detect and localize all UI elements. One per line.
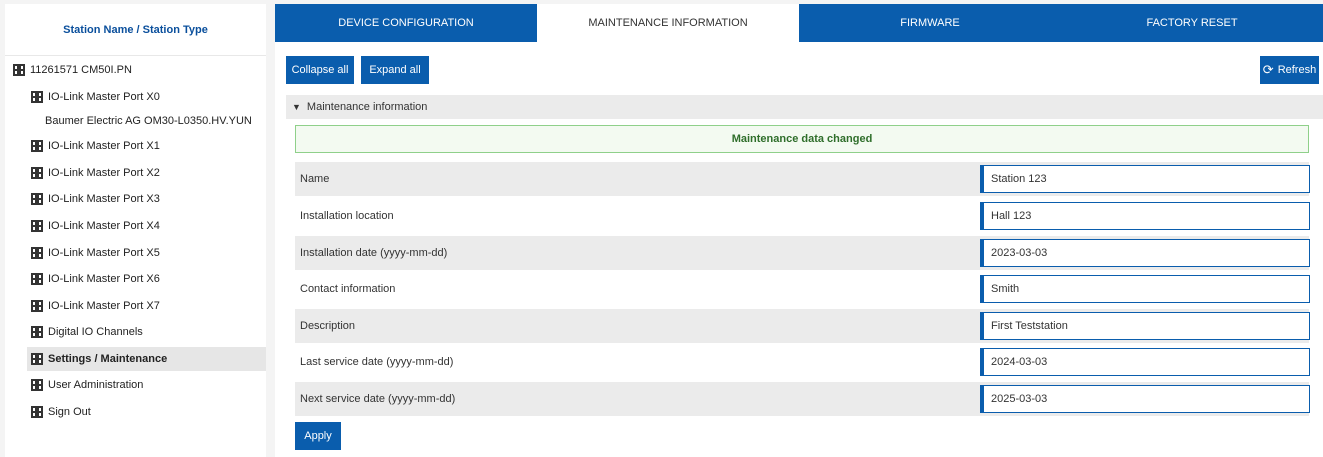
- tree-item-station[interactable]: 11261571 CM50I.PN: [13, 60, 132, 80]
- device-icon: [31, 220, 43, 232]
- toolbar: Collapse all Expand all ⟳ Refresh: [286, 56, 1323, 84]
- tree-item-digital-io[interactable]: Digital IO Channels: [31, 322, 143, 342]
- next-service-date-input[interactable]: [980, 385, 1310, 413]
- device-icon: [31, 300, 43, 312]
- device-icon: [31, 406, 43, 418]
- last-service-date-input[interactable]: [980, 348, 1310, 376]
- tree-item-label: User Administration: [48, 379, 144, 391]
- tree-item-label: Baumer Electric AG OM30-L0350.HV.YUN: [45, 115, 252, 127]
- device-icon: [31, 167, 43, 179]
- station-tree-sidebar: Station Name / Station Type 11261571 CM5…: [5, 4, 266, 457]
- form-row-description: Description: [295, 309, 1310, 343]
- tree-item-port-x0[interactable]: IO-Link Master Port X0: [31, 87, 160, 107]
- tab-bar: DEVICE CONFIGURATION MAINTENANCE INFORMA…: [275, 4, 1323, 42]
- tree-item-label: IO-Link Master Port X2: [48, 167, 160, 179]
- tab-firmware[interactable]: FIRMWARE: [799, 4, 1061, 42]
- refresh-icon: ⟳: [1262, 62, 1274, 77]
- tree-item-settings-maintenance[interactable]: Settings / Maintenance: [27, 347, 266, 371]
- tree-item-connected-device[interactable]: Baumer Electric AG OM30-L0350.HV.YUN: [45, 111, 252, 131]
- device-icon: [31, 91, 43, 103]
- device-icon: [31, 273, 43, 285]
- field-label: Name: [300, 173, 330, 185]
- tree-item-label: IO-Link Master Port X7: [48, 300, 160, 312]
- tree-item-sign-out[interactable]: Sign Out: [31, 402, 91, 422]
- main-panel: DEVICE CONFIGURATION MAINTENANCE INFORMA…: [275, 4, 1323, 457]
- expand-all-button[interactable]: Expand all: [361, 56, 429, 84]
- success-alert: Maintenance data changed: [295, 125, 1309, 153]
- description-input[interactable]: [980, 312, 1310, 340]
- tree-item-port-x5[interactable]: IO-Link Master Port X5: [31, 243, 160, 263]
- field-label: Installation date (yyyy-mm-dd): [300, 247, 448, 259]
- apply-button[interactable]: Apply: [295, 422, 341, 450]
- tree-item-port-x4[interactable]: IO-Link Master Port X4: [31, 216, 160, 236]
- tab-device-configuration[interactable]: DEVICE CONFIGURATION: [275, 4, 537, 42]
- field-label: Next service date (yyyy-mm-dd): [300, 393, 456, 405]
- tree-item-label: Sign Out: [48, 406, 91, 418]
- device-icon: [31, 140, 43, 152]
- installation-date-input[interactable]: [980, 239, 1310, 267]
- form-row-last-service-date: Last service date (yyyy-mm-dd): [295, 345, 1310, 379]
- device-icon: [13, 64, 25, 76]
- sidebar-header: Station Name / Station Type: [5, 4, 266, 56]
- device-icon: [31, 379, 43, 391]
- tree-item-user-administration[interactable]: User Administration: [31, 375, 143, 395]
- tree-item-label: IO-Link Master Port X5: [48, 247, 160, 259]
- device-icon: [31, 247, 43, 259]
- field-label: Last service date (yyyy-mm-dd): [300, 356, 454, 368]
- tree-item-label: IO-Link Master Port X6: [48, 273, 160, 285]
- device-icon: [31, 326, 43, 338]
- contact-information-input[interactable]: [980, 275, 1310, 303]
- tree-item-port-x6[interactable]: IO-Link Master Port X6: [31, 269, 160, 289]
- refresh-label: Refresh: [1277, 64, 1317, 76]
- form-row-next-service-date: Next service date (yyyy-mm-dd): [295, 382, 1310, 416]
- section-title: Maintenance information: [306, 101, 428, 113]
- tree-item-port-x3[interactable]: IO-Link Master Port X3: [31, 189, 160, 209]
- tree-item-label: IO-Link Master Port X3: [48, 193, 160, 205]
- refresh-button[interactable]: ⟳ Refresh: [1260, 56, 1319, 84]
- tree-item-label: 11261571 CM50I.PN: [30, 64, 132, 76]
- device-icon: [31, 353, 43, 365]
- tab-factory-reset[interactable]: FACTORY RESET: [1061, 4, 1323, 42]
- tree-item-label: IO-Link Master Port X1: [48, 140, 160, 152]
- tree-item-label: Digital IO Channels: [48, 326, 143, 338]
- collapse-all-button[interactable]: Collapse all: [286, 56, 354, 84]
- form-row-installation-location: Installation location: [295, 199, 1310, 233]
- tree-item-port-x7[interactable]: IO-Link Master Port X7: [31, 296, 160, 316]
- caret-down-icon: ▼: [292, 102, 301, 112]
- section-header[interactable]: ▼ Maintenance information: [286, 95, 1323, 119]
- tab-maintenance-information[interactable]: MAINTENANCE INFORMATION: [537, 4, 799, 42]
- field-label: Installation location: [300, 210, 394, 222]
- form-row-installation-date: Installation date (yyyy-mm-dd): [295, 236, 1310, 270]
- tree-item-port-x1[interactable]: IO-Link Master Port X1: [31, 136, 160, 156]
- form-row-name: Name: [295, 162, 1310, 196]
- field-label: Description: [300, 320, 356, 332]
- name-input[interactable]: [980, 165, 1310, 193]
- tree-item-label: IO-Link Master Port X0: [48, 91, 160, 103]
- field-label: Contact information: [300, 283, 396, 295]
- form-row-contact-information: Contact information: [295, 272, 1310, 306]
- tree-item-label: IO-Link Master Port X4: [48, 220, 160, 232]
- device-icon: [31, 193, 43, 205]
- tree-item-label: Settings / Maintenance: [48, 353, 168, 365]
- installation-location-input[interactable]: [980, 202, 1310, 230]
- tree-item-port-x2[interactable]: IO-Link Master Port X2: [31, 163, 160, 183]
